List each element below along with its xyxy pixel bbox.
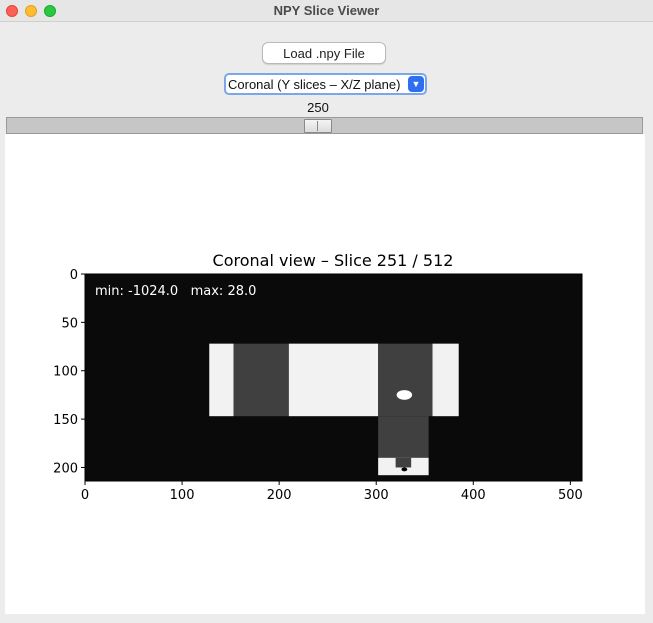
x-tick-label: 300 [364,488,389,503]
image-region-5 [432,343,459,417]
x-tick-label: 400 [461,488,486,503]
y-tick-label: 150 [53,413,78,428]
x-tick-label: 100 [170,488,195,503]
x-tick-label: 500 [558,488,583,503]
image-region-8 [395,457,412,468]
plot-canvas: Coronal view – Slice 251 / 512 min: -102… [5,134,645,614]
view-select-value: Coronal (Y slices – X/Z plane) [228,76,401,92]
x-tick-label: 200 [267,488,292,503]
slice-slider-value: 250 [307,100,329,115]
slice-slider-thumb[interactable] [304,119,332,133]
y-tick-label: 100 [53,365,78,380]
chevron-down-icon: ▼ [408,76,424,92]
y-tick-label: 0 [70,268,78,283]
image-region-10 [401,467,408,472]
slice-image [85,274,582,481]
image-region-9 [396,390,413,400]
slice-plot: Coronal view – Slice 251 / 512 min: -102… [53,251,583,503]
plot-title: Coronal view – Slice 251 / 512 [213,251,454,270]
x-tick-label: 0 [81,488,89,503]
image-region-1 [209,343,234,417]
window-title: NPY Slice Viewer [273,3,380,18]
image-region-4 [378,343,433,417]
load-npy-button[interactable]: Load .npy File [262,42,386,64]
min-max-overlay: min: -1024.0 max: 28.0 [95,284,256,299]
view-select[interactable]: Coronal (Y slices – X/Z plane) ▼ [224,73,427,95]
y-tick-label: 200 [53,461,78,476]
title-bar: NPY Slice Viewer [0,0,653,22]
image-region-6 [378,416,429,458]
image-region-2 [233,343,289,417]
y-tick-label: 50 [61,316,78,331]
slice-slider[interactable] [6,117,643,134]
image-region-3 [288,343,379,417]
